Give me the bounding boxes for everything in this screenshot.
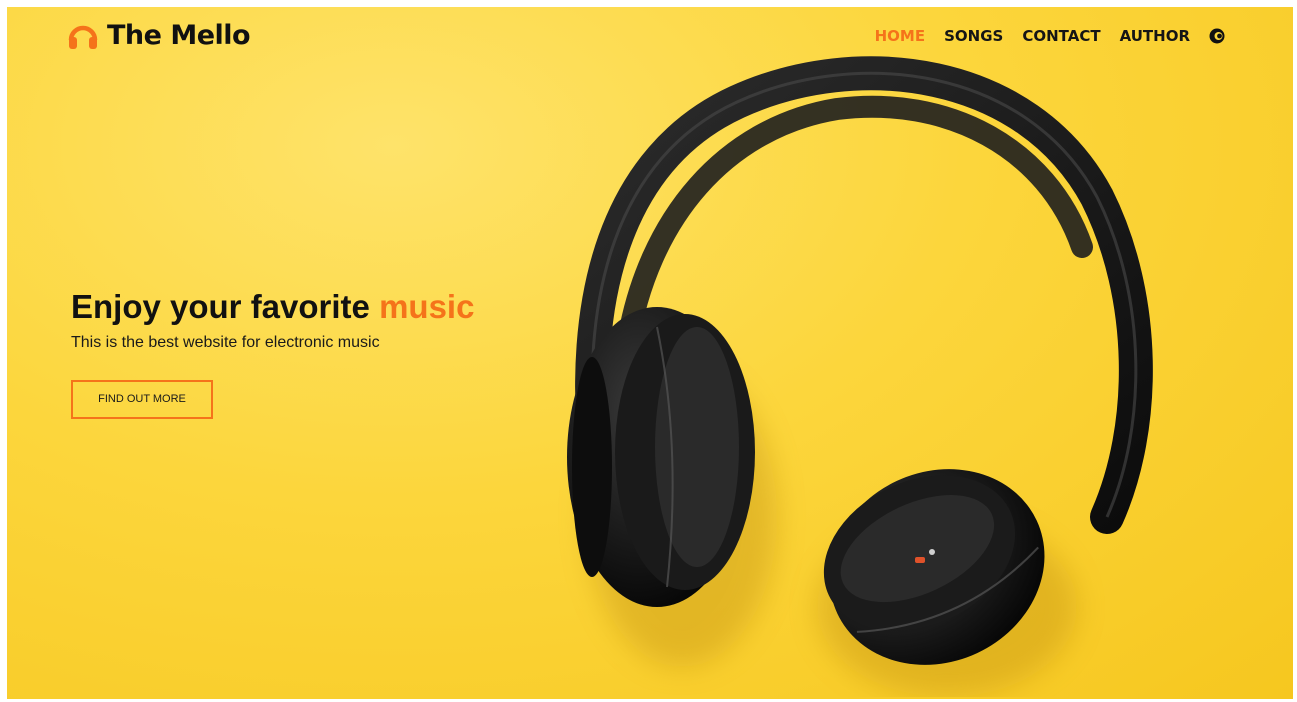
hero-content: Enjoy your favorite music This is the be… [71,288,474,419]
headphones-icon [67,21,99,51]
hero-title: Enjoy your favorite music [71,288,474,326]
nav-home[interactable]: HOME [875,27,925,45]
nav-author[interactable]: AUTHOR [1120,27,1190,45]
brand-logo[interactable]: The Mello [67,20,251,51]
headphones-image [507,47,1207,699]
nav-songs[interactable]: SONGS [944,27,1003,45]
hero-subtitle: This is the best website for electronic … [71,334,380,351]
language-flag-icon[interactable] [1209,28,1225,44]
hero-section: The Mello HOME SONGS CONTACT AUTHOR Enjo… [7,7,1293,699]
main-nav: HOME SONGS CONTACT AUTHOR [875,27,1225,45]
find-out-more-button[interactable]: FIND OUT MORE [71,380,213,419]
hero-title-main: Enjoy your favorite [71,288,380,325]
hero-title-accent: music [379,288,475,325]
brand-name: The Mello [107,20,251,51]
nav-contact[interactable]: CONTACT [1022,27,1100,45]
